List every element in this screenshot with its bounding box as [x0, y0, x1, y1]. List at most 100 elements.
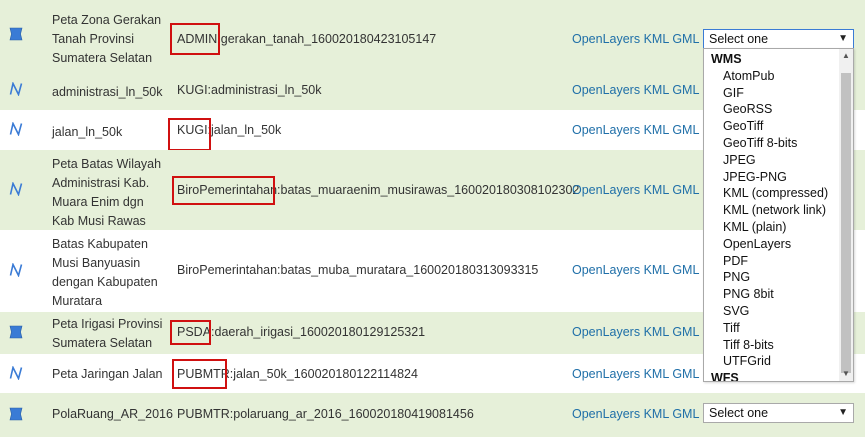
layer-title-line: Batas Kabupaten	[52, 237, 148, 251]
layer-title-line: dengan Kabupaten	[52, 275, 158, 289]
link-openlayers[interactable]: OpenLayers	[572, 325, 640, 339]
link-gml[interactable]: GML	[672, 325, 699, 339]
format-option[interactable]: GeoTiff 8-bits	[704, 135, 839, 152]
workspace-highlight-box	[168, 118, 211, 151]
layer-title-line: Peta Zona Gerakan	[52, 13, 162, 27]
workspace-highlight-box	[172, 359, 227, 389]
option-group-label: WMS	[711, 52, 742, 66]
layer-title-line: Muara Enim dgn	[52, 195, 144, 209]
format-option[interactable]: KML (compressed)	[704, 185, 839, 202]
link-openlayers[interactable]: OpenLayers	[572, 183, 640, 197]
format-select-value: Select one	[709, 406, 769, 420]
link-openlayers[interactable]: OpenLayers	[572, 263, 640, 277]
link-kml[interactable]: KML	[644, 83, 669, 97]
preview-links: OpenLayers KML GML	[572, 123, 699, 137]
layer-name: PUBMTR:polaruang_ar_2016_160020180419081…	[177, 407, 474, 421]
link-kml[interactable]: KML	[644, 367, 669, 381]
layer-title: PolaRuang_AR_2016	[52, 405, 173, 424]
layer-title-line: Sumatera Selatan	[52, 51, 153, 65]
preview-links: OpenLayers KML GML	[572, 325, 699, 339]
layer-name: PSDA:daerah_irigasi_160020180129125321	[177, 325, 426, 339]
layer-title: Peta Jaringan Jalan	[52, 365, 163, 384]
layer-title-line: Tanah Provinsi	[52, 32, 134, 46]
dropdown-arrow-icon: ▼	[838, 33, 848, 44]
link-openlayers[interactable]: OpenLayers	[572, 123, 640, 137]
link-kml[interactable]: KML	[644, 407, 669, 421]
link-openlayers[interactable]: OpenLayers	[572, 83, 640, 97]
format-option[interactable]: OpenLayers	[704, 236, 839, 253]
scroll-up-arrow-icon[interactable]: ▲	[839, 49, 853, 63]
format-option[interactable]: KML (network link)	[704, 202, 839, 219]
layer-title-line: Sumatera Selatan	[52, 336, 153, 350]
format-option[interactable]: PNG	[704, 269, 839, 286]
format-select[interactable]: Select one ▼	[703, 29, 854, 49]
polygon-layer-icon	[9, 325, 23, 339]
link-gml[interactable]: GML	[672, 123, 699, 137]
link-kml[interactable]: KML	[644, 123, 669, 137]
workspace-highlight-box	[170, 23, 220, 55]
link-kml[interactable]: KML	[644, 325, 669, 339]
dropdown-scrollbar[interactable]: ▲ ▼	[839, 49, 853, 381]
layer-row: PolaRuang_AR_2016 PUBMTR:polaruang_ar_201…	[0, 393, 865, 437]
layer-title-line: Peta Jaringan Jalan	[52, 367, 163, 381]
option-group-label: WFS	[711, 371, 739, 382]
layer-title: Peta Batas Wilayah Administrasi Kab. Muara…	[52, 155, 161, 231]
layer-name: BiroPemerintahan:batas_muba_muratara_160…	[177, 263, 539, 277]
workspace-highlight-box	[172, 176, 275, 205]
line-layer-icon	[9, 366, 23, 380]
polygon-layer-icon	[9, 27, 23, 41]
line-layer-icon	[9, 182, 23, 196]
dropdown-arrow-icon: ▼	[838, 407, 848, 418]
layer-title-line: Peta Batas Wilayah	[52, 157, 162, 171]
layer-title: Peta Irigasi Provinsi Sumatera Selatan	[52, 315, 162, 353]
layer-name: KUGI:administrasi_ln_50k	[177, 83, 322, 97]
layer-title-line: Muratara	[52, 294, 103, 308]
format-option[interactable]: UTFGrid	[704, 353, 839, 370]
format-option[interactable]: GIF	[704, 85, 839, 102]
workspace-highlight-box	[170, 320, 211, 345]
link-gml[interactable]: GML	[672, 263, 699, 277]
layer-title: Batas Kabupaten Musi Banyuasin dengan Kabu…	[52, 235, 158, 311]
link-gml[interactable]: GML	[672, 367, 699, 381]
format-option[interactable]: GeoTiff	[704, 118, 839, 135]
link-openlayers[interactable]: OpenLayers	[572, 407, 640, 421]
link-gml[interactable]: GML	[672, 407, 699, 421]
link-openlayers[interactable]: OpenLayers	[572, 32, 640, 46]
format-select[interactable]: Select one ▼	[703, 403, 854, 423]
layer-title-line: PolaRuang_AR_2016	[52, 407, 173, 421]
format-option[interactable]: JPEG	[704, 152, 839, 169]
preview-links: OpenLayers KML GML	[572, 407, 699, 421]
scroll-down-arrow-icon[interactable]: ▼	[839, 367, 853, 381]
preview-links: OpenLayers KML GML	[572, 83, 699, 97]
line-layer-icon	[9, 263, 23, 277]
polygon-layer-icon	[9, 407, 23, 421]
layer-title: administrasi_ln_50k	[52, 83, 162, 102]
format-option[interactable]: Tiff	[704, 320, 839, 337]
layer-title-line: Musi Banyuasin	[52, 256, 141, 270]
format-option[interactable]: GeoRSS	[704, 101, 839, 118]
scrollbar-thumb[interactable]	[841, 73, 851, 373]
link-openlayers[interactable]: OpenLayers	[572, 367, 640, 381]
format-dropdown-list[interactable]: WMS AtomPub GIF GeoRSS GeoTiff GeoTiff 8-bits…	[703, 48, 854, 382]
format-option[interactable]: KML (plain)	[704, 219, 839, 236]
format-select-value: Select one	[709, 32, 769, 46]
format-option[interactable]: JPEG-PNG	[704, 169, 839, 186]
layer-title-line: Administrasi Kab.	[52, 176, 150, 190]
format-option[interactable]: Tiff 8-bits	[704, 337, 839, 354]
format-options: WMS AtomPub GIF GeoRSS GeoTiff GeoTiff 8-bits…	[704, 51, 839, 382]
format-option[interactable]: SVG	[704, 303, 839, 320]
layer-title: jalan_ln_50k	[52, 123, 122, 142]
link-kml[interactable]: KML	[644, 183, 669, 197]
link-kml[interactable]: KML	[644, 263, 669, 277]
preview-links: OpenLayers KML GML	[572, 32, 699, 46]
format-option[interactable]: AtomPub	[704, 68, 839, 85]
preview-links: OpenLayers KML GML	[572, 183, 699, 197]
link-kml[interactable]: KML	[644, 32, 669, 46]
format-option[interactable]: PNG 8bit	[704, 286, 839, 303]
link-gml[interactable]: GML	[672, 32, 699, 46]
link-gml[interactable]: GML	[672, 83, 699, 97]
layer-title-line: administrasi_ln_50k	[52, 85, 163, 99]
link-gml[interactable]: GML	[672, 183, 699, 197]
format-option[interactable]: PDF	[704, 253, 839, 270]
line-layer-icon	[9, 122, 23, 136]
